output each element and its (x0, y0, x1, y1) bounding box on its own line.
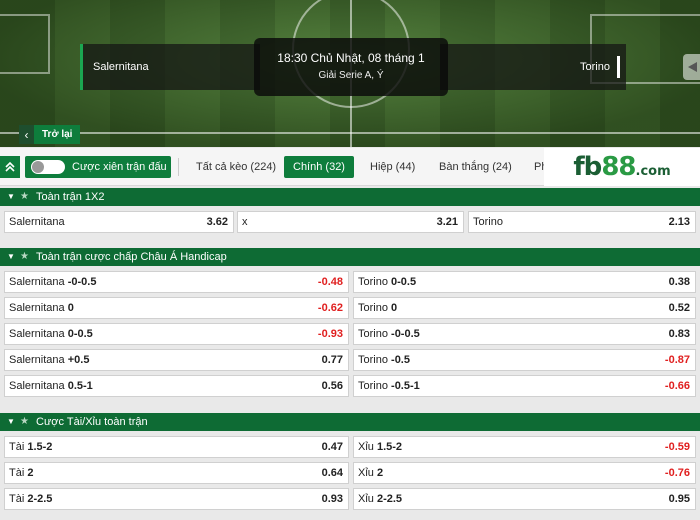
odds-cell[interactable]: Tài 2-2.5 0.93 (4, 488, 349, 510)
share-icon (688, 62, 697, 72)
odds-cell[interactable]: Salernitana 0 -0.62 (4, 297, 349, 319)
tab-half[interactable]: Hiệp (44) (362, 156, 423, 178)
odds-cell[interactable]: x 3.21 (237, 211, 464, 233)
odds-label: Torino 0 (358, 302, 398, 314)
away-team-bar: Torino (440, 44, 626, 90)
match-datetime: 18:30 Chủ Nhật, 08 tháng 1 (277, 51, 425, 65)
odds-cell[interactable]: Torino -0-0.5 0.83 (353, 323, 696, 345)
odds-cell[interactable]: Torino 0 0.52 (353, 297, 696, 319)
odds-value: -0.76 (664, 467, 690, 479)
odds-cell[interactable]: Salernitana -0-0.5 -0.48 (4, 271, 349, 293)
odds-label: Salernitana +0.5 (9, 354, 90, 366)
odds-label: Xỉu 1.5-2 (358, 441, 403, 453)
caret-down-icon: ▼ (7, 192, 15, 201)
section-title: Toàn trận 1X2 (36, 191, 105, 203)
fb88-logo: fb 88 .com (544, 148, 700, 186)
away-team-name: Torino (580, 61, 610, 73)
odds-value: -0.48 (317, 276, 343, 288)
odds-label: Salernitana 0.5-1 (9, 380, 93, 392)
odds-value: 0.64 (321, 467, 343, 479)
match-league: Giải Serie A, Ý (318, 70, 384, 81)
section-title: Cược Tài/Xỉu toàn trận (36, 416, 148, 428)
odds-value: 0.83 (668, 328, 690, 340)
odds-cell[interactable]: Torino 0-0.5 0.38 (353, 271, 696, 293)
odds-label: Tài 2 (9, 467, 34, 479)
caret-down-icon: ▼ (7, 417, 15, 426)
odds-cell[interactable]: Xỉu 1.5-2 -0.59 (353, 436, 696, 458)
section-header-over-under[interactable]: ▼ ★ Cược Tài/Xỉu toàn trận (0, 413, 700, 431)
parlay-label: Cược xiên trận đấu (72, 161, 167, 173)
odds-label: Xỉu 2 (358, 467, 384, 479)
odds-value: -0.66 (664, 380, 690, 392)
odds-cell[interactable]: Salernitana 0.5-1 0.56 (4, 375, 349, 397)
home-team-bar: Salernitana (80, 44, 260, 90)
odds-cell[interactable]: Xỉu 2-2.5 0.95 (353, 488, 696, 510)
match-header: Salernitana Torino 18:30 Chủ Nhật, 08 th… (0, 0, 700, 147)
odds-value: -0.87 (664, 354, 690, 366)
home-team-name: Salernitana (93, 61, 149, 73)
share-button[interactable] (683, 54, 700, 80)
odds-cell[interactable]: Salernitana +0.5 0.77 (4, 349, 349, 371)
tab-all[interactable]: Tất cả kèo (224) (188, 156, 284, 178)
back-label: Trở lại (34, 125, 81, 144)
odds-cell[interactable]: Tài 2 0.64 (4, 462, 349, 484)
odds-value: -0.93 (317, 328, 343, 340)
back-button[interactable]: ‹ Trở lại (19, 125, 81, 144)
odds-label: Salernitana 0-0.5 (9, 328, 93, 340)
caret-down-icon: ▼ (7, 252, 15, 261)
section-header-handicap[interactable]: ▼ ★ Toàn trận cược chấp Châu Á Handicap (0, 248, 700, 266)
star-icon[interactable]: ★ (20, 413, 29, 431)
odds-value: 0.47 (321, 441, 343, 453)
odds-cell[interactable]: Torino 2.13 (468, 211, 696, 233)
odds-value: 0.77 (321, 354, 343, 366)
odds-label: Torino 0-0.5 (358, 276, 417, 288)
chevron-left-icon: ‹ (19, 125, 34, 144)
odds-value: 0.95 (668, 493, 690, 505)
section-header-1x2[interactable]: ▼ ★ Toàn trận 1X2 (0, 188, 700, 206)
odds-cell[interactable]: Tài 1.5-2 0.47 (4, 436, 349, 458)
odds-cell[interactable]: Torino -0.5 -0.87 (353, 349, 696, 371)
odds-label: Torino -0.5-1 (358, 380, 420, 392)
toggle-switch[interactable] (31, 160, 65, 174)
tab-goals[interactable]: Bàn thắng (24) (431, 156, 520, 178)
odds-label: Tài 2-2.5 (9, 493, 53, 505)
odds-cell[interactable]: Salernitana 0-0.5 -0.93 (4, 323, 349, 345)
collapse-all-button[interactable] (0, 156, 20, 178)
odds-value: 0.56 (321, 380, 343, 392)
odds-value: 0.52 (668, 302, 690, 314)
odds-value: 0.93 (321, 493, 343, 505)
odds-cell[interactable]: Xỉu 2 -0.76 (353, 462, 696, 484)
chevron-double-up-icon (5, 161, 15, 172)
odds-label: Salernitana 0 (9, 302, 74, 314)
odds-label: Tài 1.5-2 (9, 441, 53, 453)
tab-main[interactable]: Chính (32) (284, 156, 354, 178)
match-info: 18:30 Chủ Nhật, 08 tháng 1 Giải Serie A,… (254, 38, 448, 96)
odds-value: -0.62 (317, 302, 343, 314)
section-title: Toàn trận cược chấp Châu Á Handicap (36, 251, 227, 263)
odds-label: Torino -0-0.5 (358, 328, 420, 340)
odds-value: 0.38 (668, 276, 690, 288)
odds-label: Salernitana -0-0.5 (9, 276, 97, 288)
parlay-toggle[interactable]: Cược xiên trận đấu (25, 156, 171, 178)
star-icon[interactable]: ★ (20, 188, 29, 206)
odds-label: Xỉu 2-2.5 (358, 493, 403, 505)
odds-cell[interactable]: Salernitana 3.62 (4, 211, 234, 233)
odds-value: -0.59 (664, 441, 690, 453)
star-icon[interactable]: ★ (20, 248, 29, 266)
odds-label: Torino -0.5 (358, 354, 410, 366)
odds-cell[interactable]: Torino -0.5-1 -0.66 (353, 375, 696, 397)
